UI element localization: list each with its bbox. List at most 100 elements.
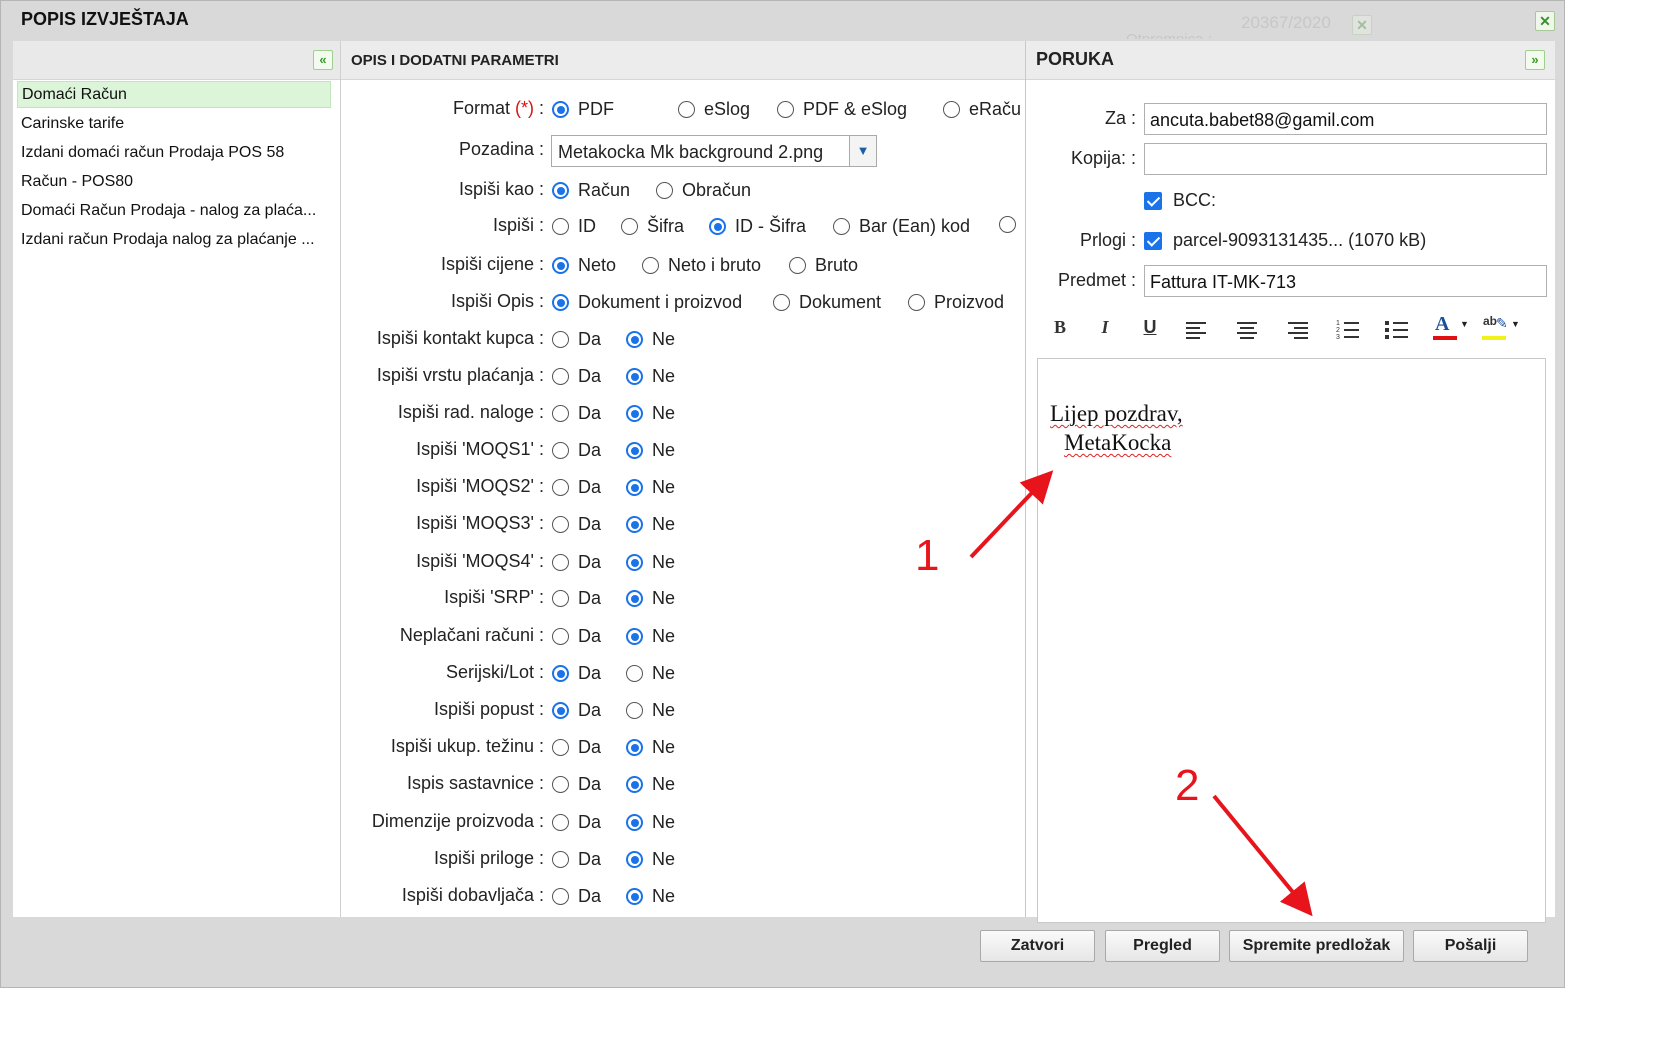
radio-option[interactable]: Neto i bruto xyxy=(642,255,761,276)
radio-button[interactable] xyxy=(773,294,790,311)
radio-button[interactable] xyxy=(678,101,695,118)
radio-option[interactable]: ID xyxy=(552,216,596,237)
text-color-button[interactable]: A ▼ xyxy=(1433,313,1473,343)
italic-button[interactable]: I xyxy=(1095,317,1115,343)
radio-option[interactable]: Račun xyxy=(552,180,630,201)
radio-option-no[interactable]: Ne xyxy=(626,663,675,684)
radio-option[interactable]: Bruto xyxy=(789,255,858,276)
radio-option[interactable]: Proizvod xyxy=(908,292,1004,313)
radio-option-yes[interactable]: Da xyxy=(552,663,601,684)
radio-option-no[interactable]: Ne xyxy=(626,626,675,647)
chevron-down-icon[interactable]: ▼ xyxy=(849,136,876,166)
radio-option[interactable]: eRaču xyxy=(943,99,1021,120)
radio-option-no[interactable]: Ne xyxy=(626,329,675,350)
radio-option-yes[interactable]: Da xyxy=(552,737,601,758)
bullet-list-icon[interactable] xyxy=(1385,319,1409,341)
radio-button[interactable] xyxy=(626,851,643,868)
radio-button[interactable] xyxy=(552,182,569,199)
radio-button[interactable] xyxy=(626,814,643,831)
radio-option[interactable]: Neto xyxy=(552,255,616,276)
radio-button[interactable] xyxy=(552,405,569,422)
radio-button[interactable] xyxy=(626,368,643,385)
radio-button[interactable] xyxy=(626,628,643,645)
radio-option[interactable]: Šifra xyxy=(621,216,684,237)
radio-button[interactable] xyxy=(552,294,569,311)
bcc-checkbox[interactable] xyxy=(1144,192,1162,211)
radio-option-yes[interactable]: Da xyxy=(552,403,601,424)
to-field[interactable]: ancuta.babet88@gamil.com xyxy=(1144,103,1547,135)
radio-button[interactable] xyxy=(709,218,726,235)
radio-button[interactable] xyxy=(626,331,643,348)
radio-button[interactable] xyxy=(552,702,569,719)
radio-option-no[interactable]: Ne xyxy=(626,588,675,609)
radio-option-no[interactable]: Ne xyxy=(626,700,675,721)
radio-option-no[interactable]: Ne xyxy=(626,440,675,461)
radio-button[interactable] xyxy=(552,331,569,348)
radio-option-no[interactable]: Ne xyxy=(626,514,675,535)
radio-option[interactable]: PDF xyxy=(552,99,614,120)
radio-button[interactable] xyxy=(552,442,569,459)
radio-option-no[interactable]: Ne xyxy=(626,849,675,870)
radio-button[interactable] xyxy=(999,216,1016,233)
radio-option-yes[interactable]: Da xyxy=(552,774,601,795)
radio-option-no[interactable]: Ne xyxy=(626,886,675,907)
radio-button[interactable] xyxy=(642,257,659,274)
save-template-button[interactable]: Spremite predložak xyxy=(1229,930,1404,962)
radio-button[interactable] xyxy=(621,218,638,235)
radio-button[interactable] xyxy=(552,776,569,793)
ordered-list-icon[interactable]: 123 xyxy=(1336,319,1360,341)
radio-button[interactable] xyxy=(552,554,569,571)
radio-button[interactable] xyxy=(777,101,794,118)
align-left-icon[interactable] xyxy=(1185,321,1207,339)
radio-option-yes[interactable]: Da xyxy=(552,440,601,461)
radio-option-yes[interactable]: Da xyxy=(552,514,601,535)
background-select[interactable]: Metakocka Mk background 2.png ▼ xyxy=(551,135,877,167)
close-dialog-icon[interactable]: ✕ xyxy=(1535,11,1555,31)
close-button[interactable]: Zatvori xyxy=(980,930,1095,962)
send-button[interactable]: Pošalji xyxy=(1413,930,1528,962)
radio-button[interactable] xyxy=(656,182,673,199)
radio-option[interactable]: Obračun xyxy=(656,180,751,201)
radio-option[interactable]: eSlog xyxy=(678,99,750,120)
radio-button[interactable] xyxy=(626,479,643,496)
underline-button[interactable]: U xyxy=(1140,317,1160,343)
radio-option[interactable]: Bar (Ean) kod xyxy=(833,216,970,237)
radio-button[interactable] xyxy=(552,665,569,682)
radio-button[interactable] xyxy=(552,888,569,905)
radio-option-yes[interactable]: Da xyxy=(552,366,601,387)
collapse-left-icon[interactable]: « xyxy=(313,50,333,70)
radio-option-yes[interactable]: Da xyxy=(552,329,601,350)
radio-button[interactable] xyxy=(626,702,643,719)
radio-option-yes[interactable]: Da xyxy=(552,626,601,647)
radio-button[interactable] xyxy=(552,814,569,831)
radio-button[interactable] xyxy=(552,739,569,756)
radio-button[interactable] xyxy=(552,257,569,274)
radio-option-yes[interactable]: Da xyxy=(552,886,601,907)
radio-button[interactable] xyxy=(552,218,569,235)
attachment-name[interactable]: parcel-9093131435... (1070 kB) xyxy=(1173,230,1426,250)
attachment-checkbox[interactable] xyxy=(1144,232,1162,251)
radio-option-no[interactable]: Ne xyxy=(626,403,675,424)
radio-button[interactable] xyxy=(552,628,569,645)
radio-button[interactable] xyxy=(626,516,643,533)
radio-button[interactable] xyxy=(552,479,569,496)
radio-button[interactable] xyxy=(789,257,806,274)
radio-button[interactable] xyxy=(908,294,925,311)
radio-option[interactable]: Dokument i proizvod xyxy=(552,292,742,313)
radio-option-yes[interactable]: Da xyxy=(552,588,601,609)
radio-button[interactable] xyxy=(626,590,643,607)
align-right-icon[interactable] xyxy=(1287,321,1309,339)
radio-button[interactable] xyxy=(626,739,643,756)
radio-button[interactable] xyxy=(552,101,569,118)
bold-button[interactable]: B xyxy=(1050,317,1070,343)
radio-button[interactable] xyxy=(626,442,643,459)
radio-option-yes[interactable]: Da xyxy=(552,812,601,833)
radio-option-no[interactable]: Ne xyxy=(626,737,675,758)
highlight-color-button[interactable]: ab ✎ ▼ xyxy=(1482,313,1522,343)
radio-option-yes[interactable]: Da xyxy=(552,700,601,721)
align-center-icon[interactable] xyxy=(1236,321,1258,339)
radio-option[interactable]: ID - Šifra xyxy=(709,216,806,237)
radio-button[interactable] xyxy=(626,665,643,682)
radio-button[interactable] xyxy=(552,851,569,868)
radio-option-no[interactable]: Ne xyxy=(626,366,675,387)
